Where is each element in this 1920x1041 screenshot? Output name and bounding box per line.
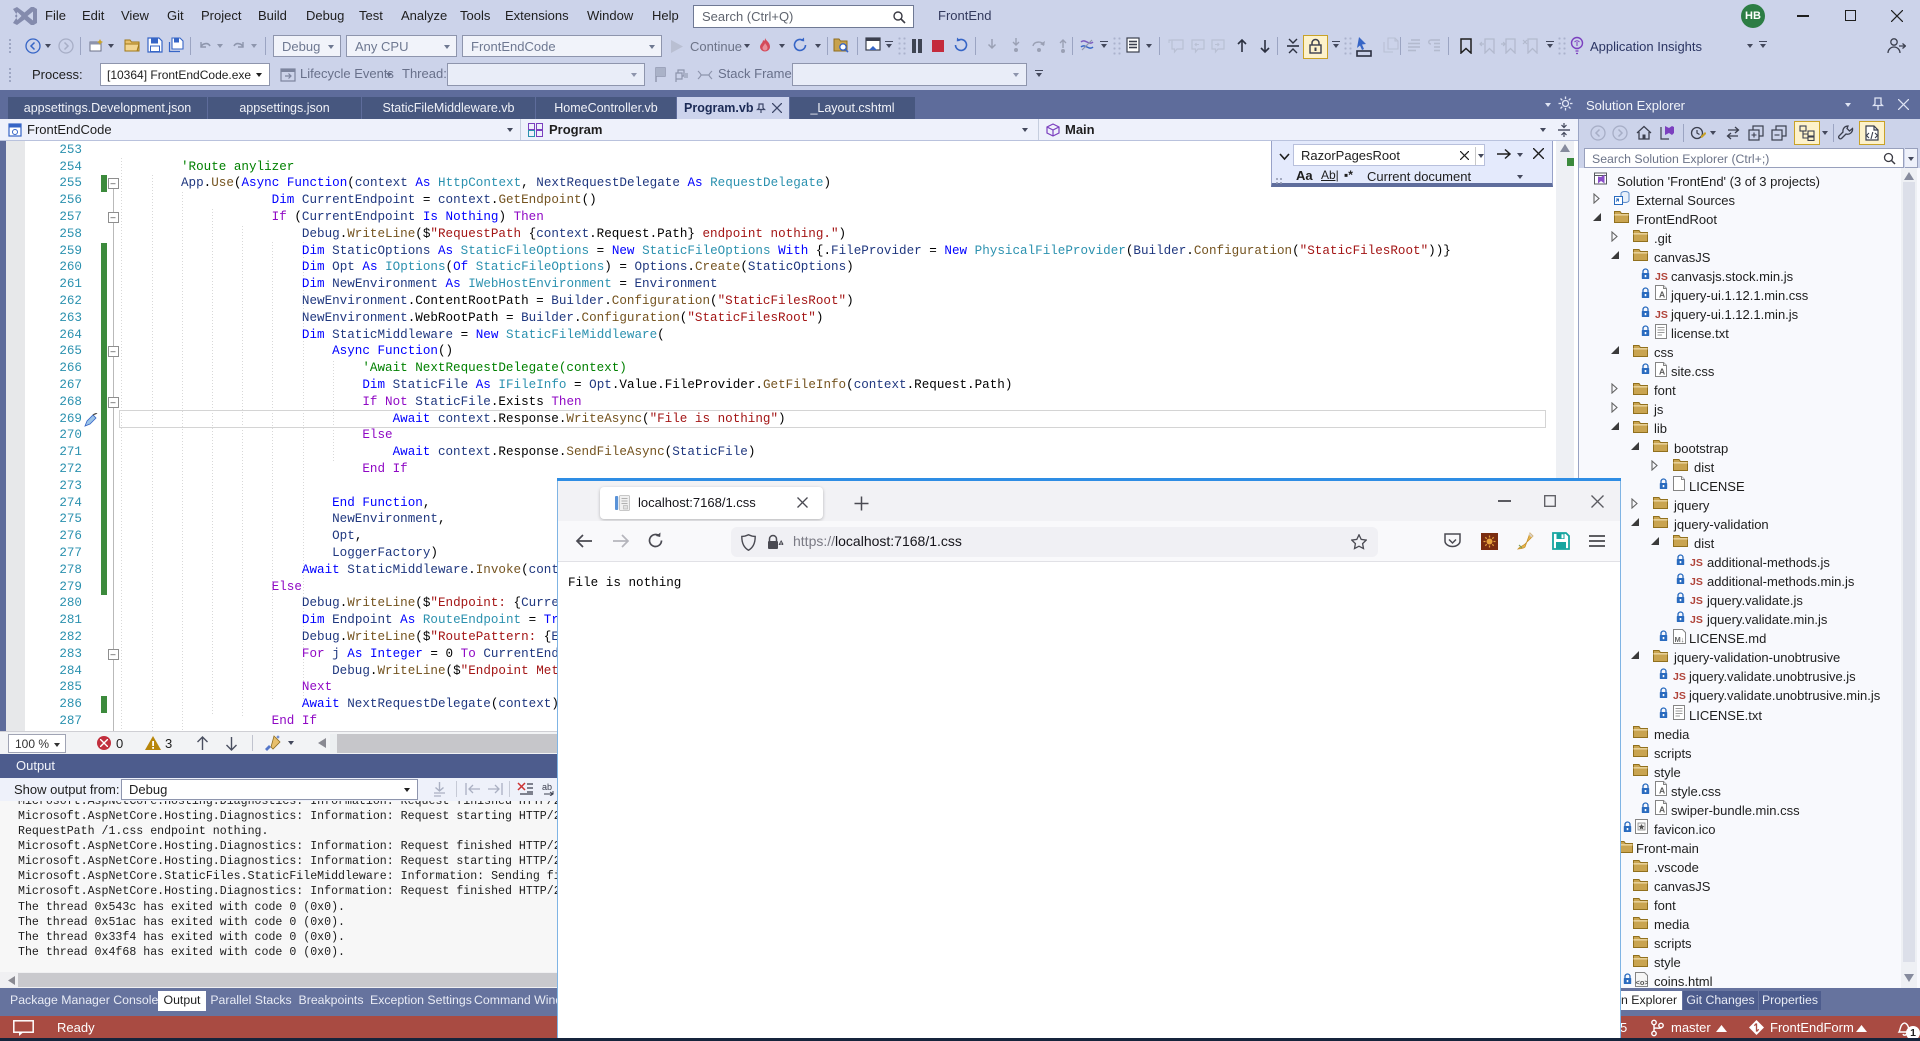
- svg-text:A: A: [1659, 805, 1665, 815]
- svg-text:A: A: [1659, 290, 1665, 300]
- svg-text:M↓: M↓: [1675, 635, 1685, 644]
- svg-text:ab: ab: [542, 782, 552, 792]
- svg-text:A: A: [1659, 366, 1665, 376]
- svg-text:<o>: <o>: [1636, 978, 1649, 987]
- svg-text:A: A: [1659, 786, 1665, 796]
